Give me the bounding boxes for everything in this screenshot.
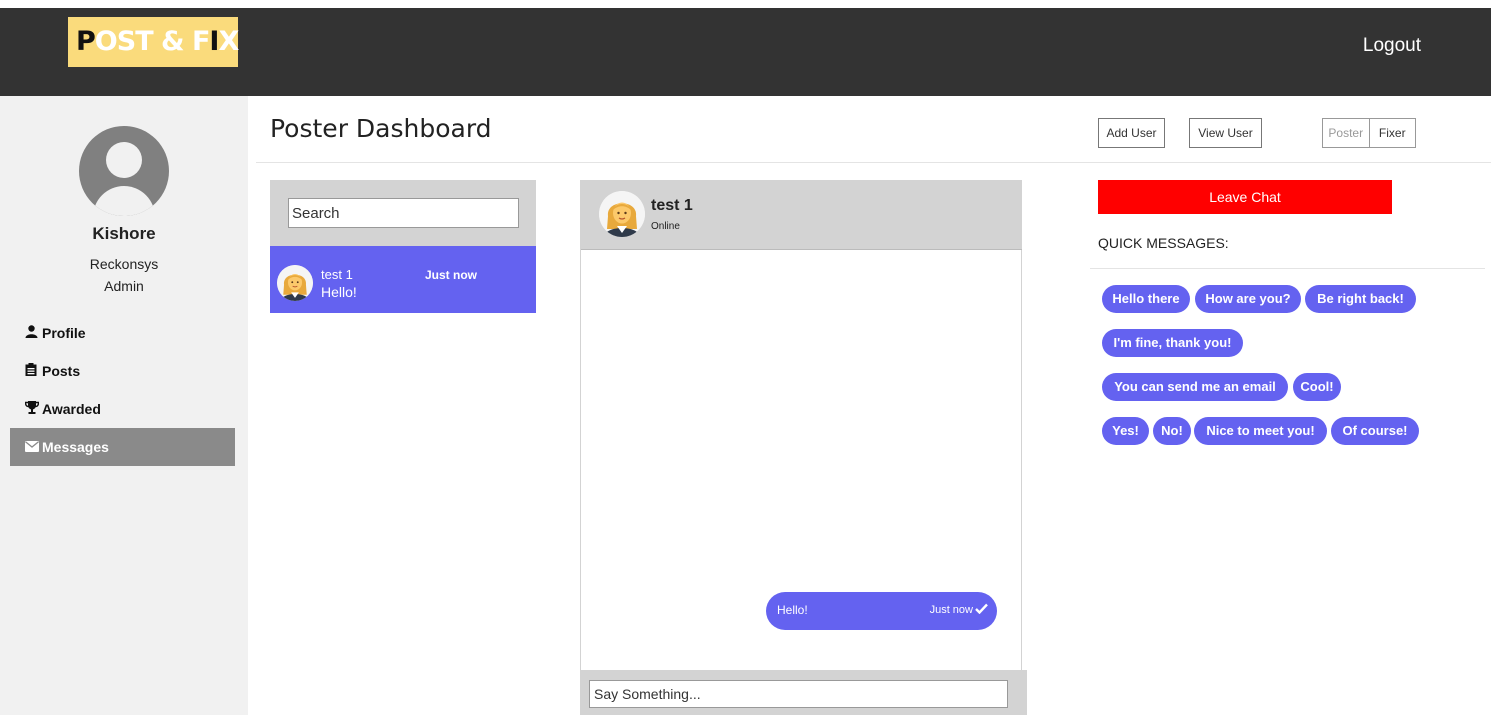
conversation-name: test 1 <box>321 267 353 282</box>
sidebar-item-posts[interactable]: Posts <box>10 352 235 390</box>
woman-emoji-avatar <box>277 265 313 301</box>
check-icon <box>975 601 988 617</box>
chat-message-input[interactable] <box>589 680 1008 708</box>
chat-input-bar <box>580 670 1027 715</box>
quick-message-chip[interactable]: No! <box>1153 417 1191 445</box>
quick-message-chip[interactable]: How are you? <box>1195 285 1301 313</box>
chat-header: test 1 Online <box>581 181 1022 250</box>
conversation-last-message: Hello! <box>321 284 357 300</box>
sidebar-item-messages[interactable]: Messages <box>10 428 235 466</box>
user-avatar-icon <box>79 126 169 216</box>
quick-message-chip[interactable]: I'm fine, thank you! <box>1102 329 1243 357</box>
sidebar: Kishore Reckonsys Admin Profile Posts Aw… <box>0 96 248 715</box>
chat-window: test 1 Online Hello! Just now <box>580 180 1022 715</box>
chat-contact-status: Online <box>651 221 680 232</box>
message-text: Hello! <box>777 603 808 617</box>
user-icon <box>25 315 40 353</box>
quick-message-chip[interactable]: Of course! <box>1331 417 1419 445</box>
poster-fixer-toggle: Poster Fixer <box>1322 118 1416 148</box>
quick-message-chip[interactable]: Be right back! <box>1305 285 1416 313</box>
user-name: Kishore <box>92 224 156 243</box>
quick-message-chip[interactable]: You can send me an email <box>1102 373 1288 401</box>
conversation-time: Just now <box>425 268 478 282</box>
conversation-list: test 1 Just now Hello! <box>270 180 536 313</box>
quick-messages-title: QUICK MESSAGES: <box>1098 235 1229 251</box>
leave-chat-button[interactable]: Leave Chat <box>1098 180 1392 214</box>
post-and-fix-logo[interactable]: POST & FIX <box>68 17 239 67</box>
chat-message-bubble: Hello! Just now <box>766 592 997 630</box>
chat-contact-name: test 1 <box>651 197 693 214</box>
top-navbar: POST & FIX Logout <box>0 8 1491 96</box>
page-title: Poster Dashboard <box>270 114 492 143</box>
quick-message-chip[interactable]: Hello there <box>1102 285 1190 313</box>
toggle-fixer[interactable]: Fixer <box>1370 119 1416 147</box>
conversation-item[interactable]: test 1 Just now Hello! <box>270 246 536 313</box>
user-role: Admin <box>104 278 144 294</box>
trophy-icon <box>24 391 40 429</box>
add-user-button[interactable]: Add User <box>1098 118 1165 148</box>
message-time: Just now <box>929 604 973 616</box>
sidebar-nav: Profile Posts Awarded Messages <box>10 314 235 466</box>
quick-messages-divider <box>1090 268 1485 269</box>
conversation-search-input[interactable] <box>288 198 519 228</box>
quick-message-chip[interactable]: Yes! <box>1102 417 1149 445</box>
woman-emoji-avatar <box>599 191 645 237</box>
toggle-poster[interactable]: Poster <box>1323 119 1370 147</box>
quick-message-chip[interactable]: Nice to meet you! <box>1194 417 1327 445</box>
sidebar-item-awarded[interactable]: Awarded <box>10 390 235 428</box>
user-organization: Reckonsys <box>89 256 159 272</box>
view-user-button[interactable]: View User <box>1189 118 1262 148</box>
conversation-search-bar <box>270 180 536 246</box>
quick-message-chip[interactable]: Cool! <box>1293 373 1341 401</box>
clipboard-icon <box>25 353 40 391</box>
logout-link[interactable]: Logout <box>1363 35 1421 57</box>
sidebar-item-profile[interactable]: Profile <box>10 314 235 352</box>
envelope-icon <box>25 429 40 467</box>
title-divider <box>256 162 1491 163</box>
